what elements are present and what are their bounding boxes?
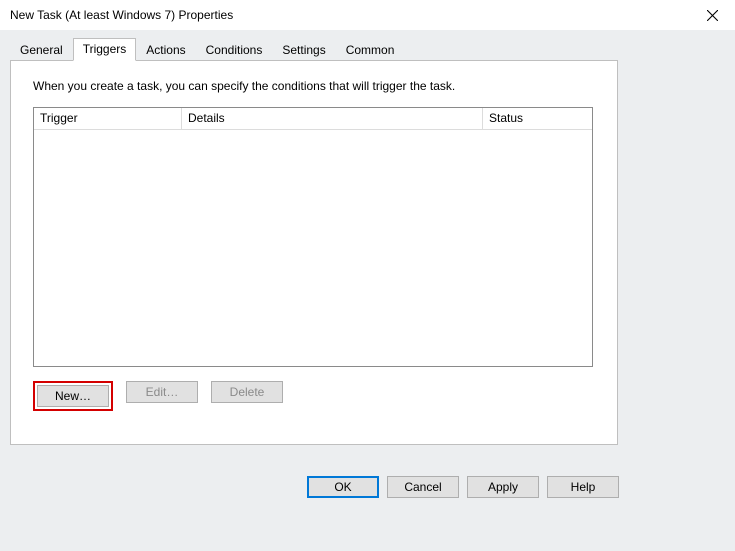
triggers-hint: When you create a task, you can specify … [33,79,595,93]
content-area: General Triggers Actions Conditions Sett… [0,30,735,510]
triggers-panel: When you create a task, you can specify … [10,60,618,445]
new-button[interactable]: New… [37,385,109,407]
listview-header: Trigger Details Status [34,108,592,130]
tab-common[interactable]: Common [336,39,405,61]
delete-button: Delete [211,381,283,403]
titlebar: New Task (At least Windows 7) Properties [0,0,735,30]
cancel-button[interactable]: Cancel [387,476,459,498]
tabstrip: General Triggers Actions Conditions Sett… [10,38,725,60]
trigger-buttons: New… Edit… Delete [33,381,595,411]
column-status[interactable]: Status [483,108,592,129]
tab-settings[interactable]: Settings [272,39,335,61]
tab-triggers[interactable]: Triggers [73,38,137,61]
close-icon [707,10,718,21]
tab-conditions[interactable]: Conditions [196,39,273,61]
edit-button: Edit… [126,381,198,403]
tab-actions[interactable]: Actions [136,39,195,61]
tab-general[interactable]: General [10,39,73,61]
triggers-listview[interactable]: Trigger Details Status [33,107,593,367]
help-button[interactable]: Help [547,476,619,498]
column-details[interactable]: Details [182,108,483,129]
window-title: New Task (At least Windows 7) Properties [10,8,233,22]
column-trigger[interactable]: Trigger [34,108,182,129]
properties-dialog: New Task (At least Windows 7) Properties… [0,0,735,510]
dialog-button-row: OK Cancel Apply Help [307,476,619,498]
new-button-highlight: New… [33,381,113,411]
close-button[interactable] [690,0,735,30]
apply-button[interactable]: Apply [467,476,539,498]
ok-button[interactable]: OK [307,476,379,498]
listview-body [34,130,592,366]
